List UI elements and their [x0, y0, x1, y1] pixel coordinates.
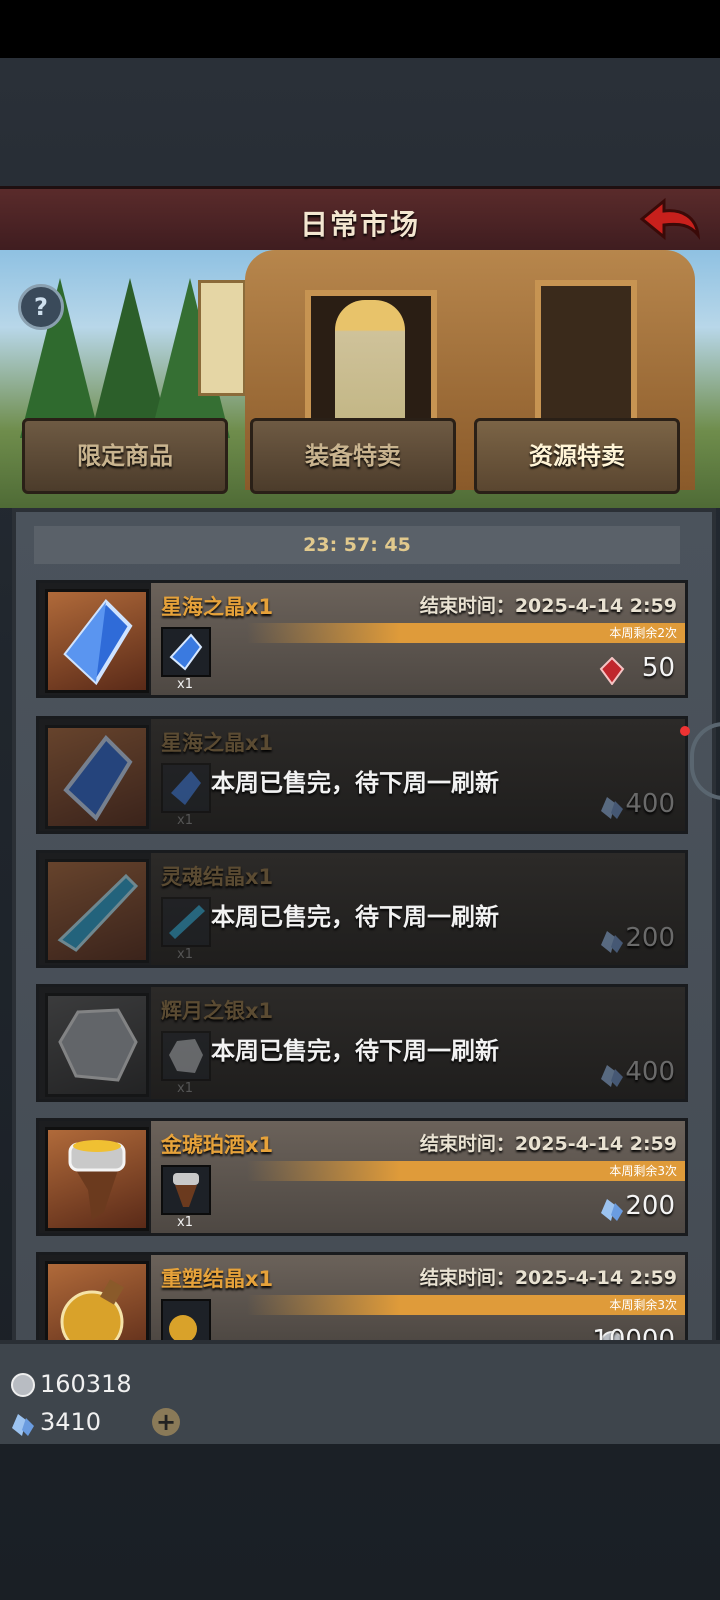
shop-item-card[interactable]: 金琥珀酒x1 结束时间：2025-4-14 2:59 本周剩余3次 x1 200 — [36, 1118, 688, 1236]
item-price: 400 — [625, 789, 675, 819]
item-name: 重塑结晶x1 — [161, 1267, 274, 1291]
reward-thumb-icon — [161, 1031, 211, 1081]
moon-silver-icon — [45, 993, 149, 1097]
item-price: 200 — [625, 923, 675, 953]
tab-resource-sale[interactable]: 资源特卖 — [474, 418, 680, 494]
sold-out-message: 本周已售完，待下周一刷新 — [211, 903, 499, 931]
refresh-timer: 23: 57: 45 — [34, 526, 680, 564]
sold-out-message: 本周已售完，待下周一刷新 — [211, 769, 499, 797]
silver-amount: 160318 — [40, 1370, 132, 1398]
star-sea-crystal-icon — [45, 725, 149, 829]
golden-amber-wine-icon — [45, 1127, 149, 1231]
status-bar-area — [0, 0, 720, 58]
blue-crystal-icon — [601, 1199, 623, 1221]
reshape-crystal-icon — [45, 1261, 149, 1341]
shop-item-card[interactable]: 重塑结晶x1 结束时间：2025-4-14 2:59 本周剩余3次 10000 — [36, 1252, 688, 1344]
crystal-amount: 3410 — [40, 1408, 102, 1436]
page-title: 日常市场 — [299, 208, 420, 241]
reward-thumb-icon — [161, 763, 211, 813]
item-price: 200 — [625, 1191, 675, 1221]
blue-crystal-icon — [601, 931, 623, 953]
item-name: 金琥珀酒x1 — [161, 1133, 274, 1157]
blue-crystal-icon — [12, 1414, 34, 1436]
item-name: 星海之晶x1 — [161, 731, 274, 755]
reward-thumb-icon — [161, 1299, 211, 1341]
shop-item-card[interactable]: 星海之晶x1 x1 本周已售完，待下周一刷新 400 — [36, 716, 688, 834]
blue-crystal-icon — [601, 797, 623, 819]
reward-thumb-icon — [161, 897, 211, 947]
shop-item-card[interactable]: 灵魂结晶x1 x1 本周已售完，待下周一刷新 200 — [36, 850, 688, 968]
tab-limited-goods[interactable]: 限定商品 — [22, 418, 228, 494]
banner-flag — [198, 280, 246, 396]
item-name: 星海之晶x1 — [161, 595, 274, 619]
resource-bar: 160318 3410 + — [0, 1340, 720, 1444]
reward-qty: x1 — [177, 947, 193, 962]
red-gem-icon — [599, 657, 625, 685]
end-time: 结束时间：2025-4-14 2:59 — [419, 1267, 677, 1289]
end-time: 结束时间：2025-4-14 2:59 — [419, 595, 677, 617]
item-list-panel[interactable]: 23: 57: 45 星海之晶x1 结束时间：2025-4-14 2:59 本周… — [12, 508, 716, 1346]
reward-qty: x1 — [177, 1081, 193, 1096]
remaining-count: 本周剩余3次 — [247, 1161, 685, 1181]
notification-dot — [680, 726, 690, 736]
add-crystal-button[interactable]: + — [152, 1408, 180, 1436]
star-sea-crystal-icon — [45, 589, 149, 693]
end-time: 结束时间：2025-4-14 2:59 — [419, 1133, 677, 1155]
item-name: 灵魂结晶x1 — [161, 865, 274, 889]
item-name: 辉月之银x1 — [161, 999, 274, 1023]
shop-item-card[interactable]: 辉月之银x1 x1 本周已售完，待下周一刷新 400 — [36, 984, 688, 1102]
remaining-count: 本周剩余3次 — [247, 1295, 685, 1315]
reward-qty: x1 — [177, 813, 193, 828]
sold-out-message: 本周已售完，待下周一刷新 — [211, 1037, 499, 1065]
reward-thumb-icon — [161, 627, 211, 677]
reward-qty: x1 — [177, 1215, 193, 1230]
blue-crystal-icon — [601, 1065, 623, 1087]
reward-thumb-icon — [161, 1165, 211, 1215]
remaining-count: 本周剩余2次 — [247, 623, 685, 643]
shop-banner: ? 限定商品 装备特卖 资源特卖 — [0, 250, 720, 508]
item-price: 50 — [641, 653, 675, 683]
reward-qty: x1 — [177, 677, 193, 692]
shop-item-card[interactable]: 星海之晶x1 结束时间：2025-4-14 2:59 本周剩余2次 x1 50 — [36, 580, 688, 698]
help-icon[interactable]: ? — [18, 284, 64, 330]
silver-coin-icon — [11, 1373, 35, 1397]
back-arrow-icon[interactable] — [638, 195, 702, 245]
title-bar: 日常市场 — [0, 186, 720, 256]
soul-crystal-icon — [45, 859, 149, 963]
tab-equipment-sale[interactable]: 装备特卖 — [250, 418, 456, 494]
item-price: 400 — [625, 1057, 675, 1087]
